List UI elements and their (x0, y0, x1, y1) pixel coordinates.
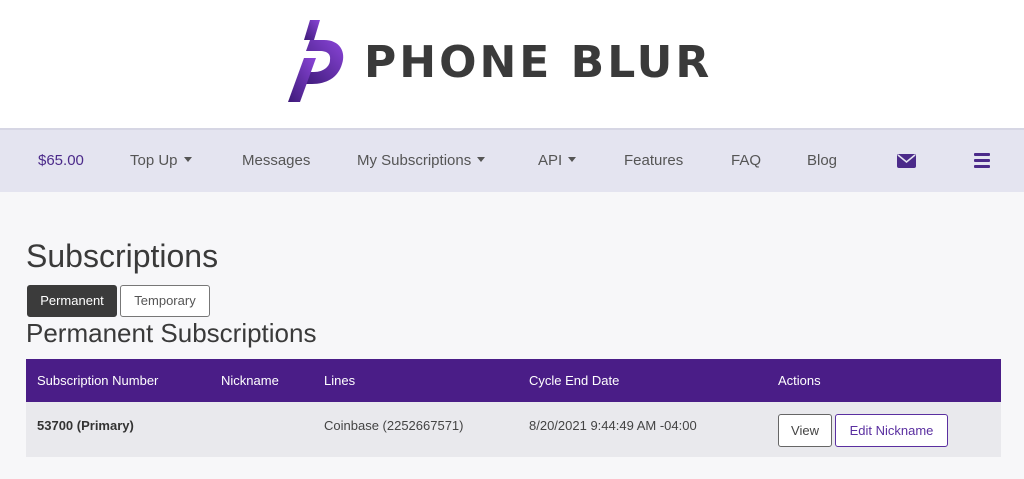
nav-top-up-label: Top Up (130, 152, 178, 169)
phone-blur-logo[interactable]: PHONE BLUR (280, 18, 740, 106)
nav-features[interactable]: Features (624, 152, 683, 169)
temporary-tab-button[interactable]: Temporary (120, 285, 210, 317)
column-header-lines: Lines (324, 373, 356, 388)
nav-faq[interactable]: FAQ (731, 152, 761, 169)
nav-top-up[interactable]: Top Up (130, 152, 192, 169)
caret-down-icon (477, 156, 486, 162)
view-button[interactable]: View (778, 414, 832, 447)
caret-down-icon (183, 156, 192, 162)
nav-my-subscriptions[interactable]: My Subscriptions (357, 152, 486, 169)
nav-api-label: API (538, 152, 563, 169)
subscriptions-table: Subscription Number Nickname Lines Cycle… (26, 359, 1001, 457)
column-header-subscription-number: Subscription Number (37, 373, 159, 388)
nav-my-subscriptions-label: My Subscriptions (357, 152, 472, 169)
hamburger-menu-icon[interactable] (974, 153, 990, 168)
column-header-actions: Actions (778, 373, 821, 388)
column-header-nickname: Nickname (221, 373, 279, 388)
page-title: Subscriptions (26, 238, 219, 274)
table-row: 53700 (Primary) Coinbase (2252667571) 8/… (26, 402, 1001, 457)
cell-subscription-number: 53700 (Primary) (37, 418, 134, 433)
site-header: PHONE BLUR (0, 0, 1024, 128)
cell-lines: Coinbase (2252667571) (324, 418, 464, 433)
cell-cycle-end-date: 8/20/2021 9:44:49 AM -04:00 (529, 418, 697, 433)
brand-name: PHONE BLUR (364, 37, 713, 88)
nav-api[interactable]: API (538, 152, 577, 169)
main-navbar: $65.00 Top Up Messages My Subscriptions … (0, 128, 1024, 192)
nav-messages[interactable]: Messages (242, 152, 310, 169)
nav-balance[interactable]: $65.00 (38, 152, 84, 169)
column-header-cycle-end-date: Cycle End Date (529, 373, 620, 388)
edit-nickname-button[interactable]: Edit Nickname (835, 414, 948, 447)
permanent-tab-button[interactable]: Permanent (27, 285, 117, 317)
nav-blog[interactable]: Blog (807, 152, 837, 169)
caret-down-icon (568, 156, 577, 162)
table-header: Subscription Number Nickname Lines Cycle… (26, 359, 1001, 402)
section-title: Permanent Subscriptions (26, 318, 317, 348)
logo-mark-icon (288, 20, 344, 102)
envelope-icon[interactable] (897, 154, 916, 168)
